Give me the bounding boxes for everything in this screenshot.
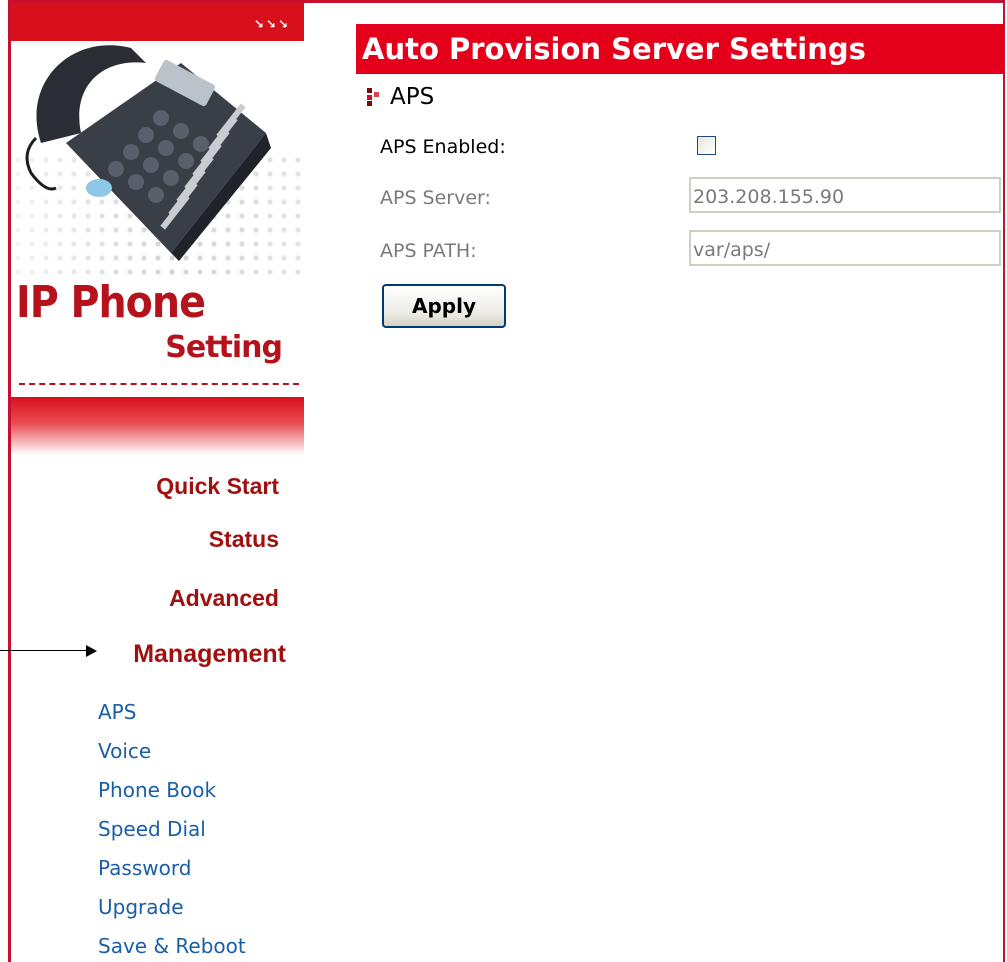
section-bullet-icon bbox=[367, 88, 379, 106]
nav-management[interactable]: Management bbox=[133, 640, 286, 669]
aps-server-label: APS Server: bbox=[380, 187, 491, 209]
aps-enabled-label: APS Enabled: bbox=[380, 136, 506, 158]
page-title: Auto Provision Server Settings bbox=[356, 24, 1004, 74]
red-gradient-band bbox=[11, 397, 304, 455]
pointer-arrow-line bbox=[0, 650, 88, 651]
aps-enabled-checkbox[interactable] bbox=[697, 136, 716, 155]
aps-server-input[interactable] bbox=[689, 177, 1001, 213]
aps-path-label: APS PATH: bbox=[380, 240, 477, 262]
nav-sub-upgrade[interactable]: Upgrade bbox=[98, 895, 184, 919]
sidebar: ↘↘↘ IP Phone Setting Quick Start Status … bbox=[11, 3, 304, 962]
nav-sub-save-reboot[interactable]: Save & Reboot bbox=[98, 934, 246, 958]
brand-subtitle: Setting bbox=[165, 330, 283, 365]
section-title: APS bbox=[390, 84, 435, 110]
nav-sub-phone-book[interactable]: Phone Book bbox=[98, 778, 216, 802]
nav-status[interactable]: Status bbox=[209, 526, 279, 553]
divider bbox=[19, 383, 299, 385]
aps-path-input[interactable] bbox=[689, 230, 1001, 266]
pointer-arrow-icon bbox=[86, 645, 97, 657]
apply-button[interactable]: Apply bbox=[382, 284, 506, 328]
nav-sub-password[interactable]: Password bbox=[98, 856, 191, 880]
nav-sub-voice[interactable]: Voice bbox=[98, 739, 151, 763]
nav-sub-speed-dial[interactable]: Speed Dial bbox=[98, 817, 206, 841]
brand-title: IP Phone bbox=[16, 277, 206, 328]
ip-phone-image bbox=[25, 45, 271, 261]
nav-sub-aps[interactable]: APS bbox=[98, 700, 136, 724]
frame-right-border bbox=[1003, 0, 1005, 962]
nav-quick-start[interactable]: Quick Start bbox=[156, 473, 279, 500]
nav-advanced[interactable]: Advanced bbox=[169, 585, 279, 612]
